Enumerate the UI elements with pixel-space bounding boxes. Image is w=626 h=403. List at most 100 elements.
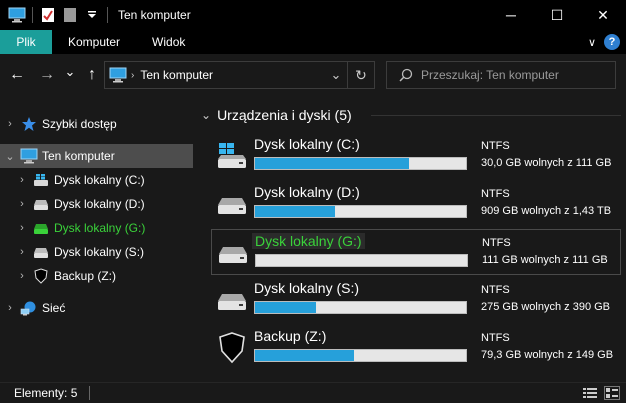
star-icon [20,115,38,133]
nav-label: Dysk lokalny (C:) [54,173,145,187]
nav-drive-s[interactable]: › Dysk lokalny (S:) [0,240,193,264]
collapse-chevron-icon[interactable]: ⌄ [201,108,211,122]
search-icon [399,68,413,82]
file-system: NTFS [481,188,510,200]
title-bar: Ten komputer ─ ☐ ✕ [0,0,626,30]
usage-bar-fill [255,350,355,361]
windows-drive-icon [32,171,50,189]
nav-this-pc[interactable]: ⌄ Ten komputer [0,144,193,168]
customize-toolbar-icon[interactable] [81,4,103,26]
nav-drive-g[interactable]: › Dysk lokalny (G:) [0,216,193,240]
usage-bar [255,254,468,267]
expand-chevron-icon[interactable]: › [0,118,20,130]
shield-drive-icon [32,267,50,285]
drive-tile-g[interactable]: Dysk lokalny (G:) NTFS 111 GB wolnych z … [211,229,621,275]
toolbar-separator [107,7,108,23]
drive-name: Dysk lokalny (G:) [252,233,365,249]
usage-bar-fill [255,206,336,217]
tab-view[interactable]: Widok [136,30,201,54]
drive-icon [32,195,50,213]
back-button[interactable]: ← [5,63,29,87]
free-space: 111 GB wolnych z 111 GB [482,254,608,266]
nav-drive-z[interactable]: › Backup (Z:) [0,264,193,288]
breadcrumb[interactable]: Ten komputer [140,68,213,82]
drive-name: Dysk lokalny (C:) [254,136,360,152]
shield-drive-icon [215,332,249,364]
status-separator [89,386,91,400]
tiles-view-icon[interactable] [604,386,620,400]
close-button[interactable]: ✕ [580,0,626,30]
nav-label: Szybki dostęp [42,117,117,131]
details-view-icon[interactable] [582,386,598,400]
file-system: NTFS [481,284,510,296]
free-space: 30,0 GB wolnych z 111 GB [481,157,612,169]
help-icon-glyph: ? [608,36,616,48]
tab-file[interactable]: Plik [0,30,52,54]
refresh-button[interactable]: ↻ [348,67,374,84]
ribbon-tabs: Plik Komputer Widok ∨ ? [0,30,626,54]
minimize-button[interactable]: ─ [488,0,534,30]
collapse-chevron-icon[interactable]: ⌄ [0,150,20,163]
nav-label: Dysk lokalny (G:) [54,221,146,235]
drive-name: Backup (Z:) [254,328,327,344]
recent-locations-button[interactable]: ⌄ [58,60,82,84]
green-drive-icon [32,219,50,237]
up-button[interactable]: ↑ [80,63,104,87]
address-toolbar: ← → ⌄ ↑ › Ten komputer ⌄ ↻ Przeszukaj: T… [0,54,626,96]
free-space: 909 GB wolnych z 1,43 TB [481,205,612,217]
navigation-pane: › Szybki dostęp ⌄ Ten komputer › Dysk lo… [0,96,193,382]
window-title: Ten komputer [118,8,191,22]
nav-label: Dysk lokalny (S:) [54,245,145,259]
drive-tile-c[interactable]: Dysk lokalny (C:) NTFS 30,0 GB wolnych z… [211,133,621,179]
drive-tile-z[interactable]: Backup (Z:) NTFS 79,3 GB wolnych z 149 G… [211,325,621,371]
usage-bar-fill [255,158,410,169]
quick-access-toolbar [0,0,112,30]
new-folder-icon[interactable] [59,4,81,26]
search-input[interactable]: Przeszukaj: Ten komputer [386,61,616,89]
drive-icon [215,285,249,315]
group-header[interactable]: ⌄ Urządzenia i dyski (5) [201,104,352,126]
nav-network[interactable]: › Sieć [0,296,193,320]
tab-computer[interactable]: Komputer [52,30,136,54]
group-title: Urządzenia i dyski (5) [217,107,352,123]
forward-button[interactable]: → [35,63,59,87]
file-system: NTFS [482,237,511,249]
maximize-button[interactable]: ☐ [534,0,580,30]
file-system: NTFS [481,332,510,344]
expand-ribbon-icon[interactable]: ∨ [588,36,596,49]
item-count: Elementy: 5 [14,386,78,400]
usage-bar [254,301,467,314]
toolbar-separator [32,7,33,23]
expand-chevron-icon[interactable]: › [12,198,32,210]
computer-icon [109,67,127,83]
expand-chevron-icon[interactable]: › [12,246,32,258]
drive-name: Dysk lokalny (D:) [254,184,360,200]
nav-label: Backup (Z:) [54,269,117,283]
address-dropdown-button[interactable]: ⌄ [325,67,347,83]
usage-bar [254,349,467,362]
network-icon [20,299,38,317]
usage-bar-fill [255,302,317,313]
nav-quick-access[interactable]: › Szybki dostęp [0,112,193,136]
expand-chevron-icon[interactable]: › [12,270,32,282]
drive-icon [32,243,50,261]
expand-chevron-icon[interactable]: › [12,222,32,234]
properties-icon[interactable] [37,4,59,26]
content-pane: ⌄ Urządzenia i dyski (5) Dysk lokalny (C… [193,96,626,382]
nav-drive-c[interactable]: › Dysk lokalny (C:) [0,168,193,192]
expand-chevron-icon[interactable]: › [0,302,20,314]
drive-tile-d[interactable]: Dysk lokalny (D:) NTFS 909 GB wolnych z … [211,181,621,227]
nav-label: Sieć [42,301,66,315]
help-icon[interactable]: ? [604,34,620,50]
usage-bar [254,157,467,170]
search-placeholder: Przeszukaj: Ten komputer [421,68,559,82]
breadcrumb-separator-icon[interactable]: › [131,70,134,81]
drive-tile-s[interactable]: Dysk lokalny (S:) NTFS 275 GB wolnych z … [211,277,621,323]
nav-label: Dysk lokalny (D:) [54,197,145,211]
drive-icon [216,238,250,268]
expand-chevron-icon[interactable]: › [12,174,32,186]
nav-drive-d[interactable]: › Dysk lokalny (D:) [0,192,193,216]
computer-icon[interactable] [6,4,28,26]
free-space: 275 GB wolnych z 390 GB [481,301,611,313]
address-field[interactable]: › Ten komputer ⌄ ↻ [104,61,375,89]
